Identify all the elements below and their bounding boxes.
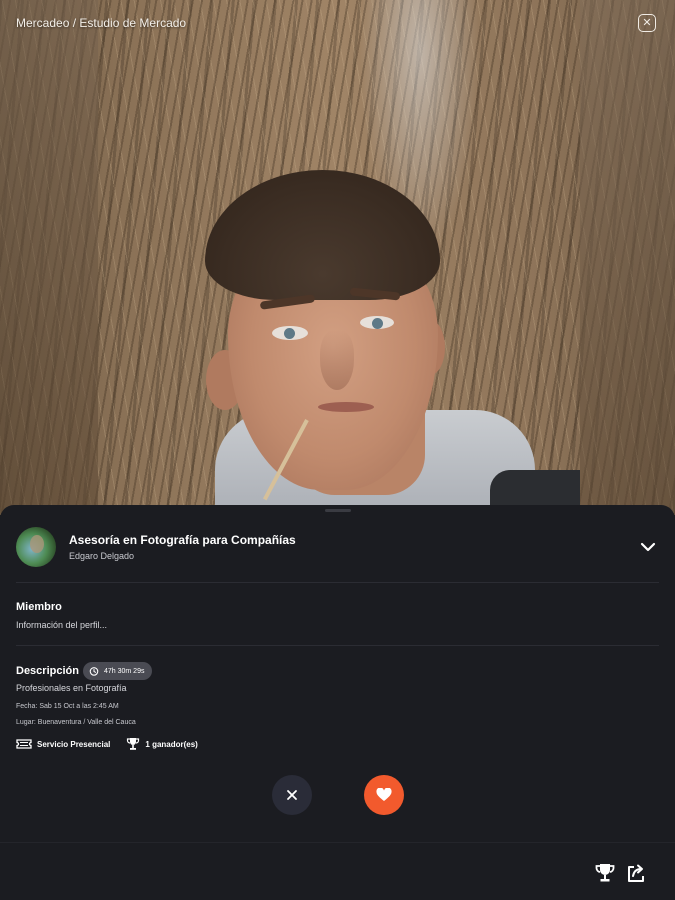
listing-tags: Servicio Presencial 1 ganador(es) bbox=[16, 736, 214, 752]
description-label: Descripción bbox=[16, 665, 79, 677]
breadcrumb[interactable]: Mercadeo / Estudio de Mercado bbox=[16, 16, 186, 30]
event-place: Lugar: Buenaventura / Valle del Cauca bbox=[16, 719, 136, 726]
countdown-badge: 47h 30m 29s bbox=[83, 662, 153, 680]
photo-blur-left bbox=[0, 0, 98, 515]
footer-divider bbox=[0, 842, 675, 843]
service-label: Servicio Presencial bbox=[37, 739, 111, 749]
details-sheet: Asesoría en Fotografía para Compañías Ed… bbox=[0, 505, 675, 900]
share-icon[interactable] bbox=[625, 862, 647, 884]
listing-author: Edgaro Delgado bbox=[69, 551, 135, 561]
dismiss-button[interactable] bbox=[272, 775, 312, 815]
mouth bbox=[318, 402, 374, 412]
listing-header: Asesoría en Fotografía para Compañías Ed… bbox=[16, 527, 661, 569]
ticket-icon bbox=[16, 739, 32, 749]
trophy-icon bbox=[127, 738, 140, 750]
service-tag: Servicio Presencial bbox=[16, 738, 110, 750]
like-button[interactable] bbox=[364, 775, 404, 815]
eye-right bbox=[360, 316, 394, 329]
photo-blur-right bbox=[580, 0, 675, 515]
winners-tag: 1 ganador(es) bbox=[126, 737, 198, 751]
heart-icon bbox=[376, 788, 392, 801]
member-label: Miembro bbox=[16, 601, 62, 613]
close-icon: ✕ bbox=[642, 16, 652, 29]
trophy-icon[interactable] bbox=[594, 862, 616, 884]
avatar[interactable] bbox=[16, 527, 56, 567]
listing-title: Asesoría en Fotografía para Compañías bbox=[69, 533, 296, 547]
eye-left bbox=[272, 326, 308, 340]
person-figure bbox=[200, 170, 580, 515]
divider bbox=[16, 645, 659, 646]
close-button[interactable]: ✕ bbox=[638, 14, 656, 32]
winners-label: 1 ganador(es) bbox=[145, 739, 198, 749]
member-info-link[interactable]: Información del perfil... bbox=[16, 620, 107, 630]
hair bbox=[205, 170, 440, 300]
close-icon bbox=[287, 790, 297, 800]
event-date: Fecha: Sab 15 Oct a las 2:45 AM bbox=[16, 703, 119, 710]
profile-photo: Mercadeo / Estudio de Mercado ✕ bbox=[0, 0, 675, 515]
nose bbox=[320, 330, 354, 390]
divider bbox=[16, 582, 659, 583]
chevron-down-icon[interactable] bbox=[638, 537, 658, 557]
countdown-text: 47h 30m 29s bbox=[104, 667, 145, 675]
description-text: Profesionales en Fotografía bbox=[16, 683, 127, 693]
sheet-grabber[interactable] bbox=[325, 509, 351, 512]
timer-icon bbox=[89, 667, 99, 676]
